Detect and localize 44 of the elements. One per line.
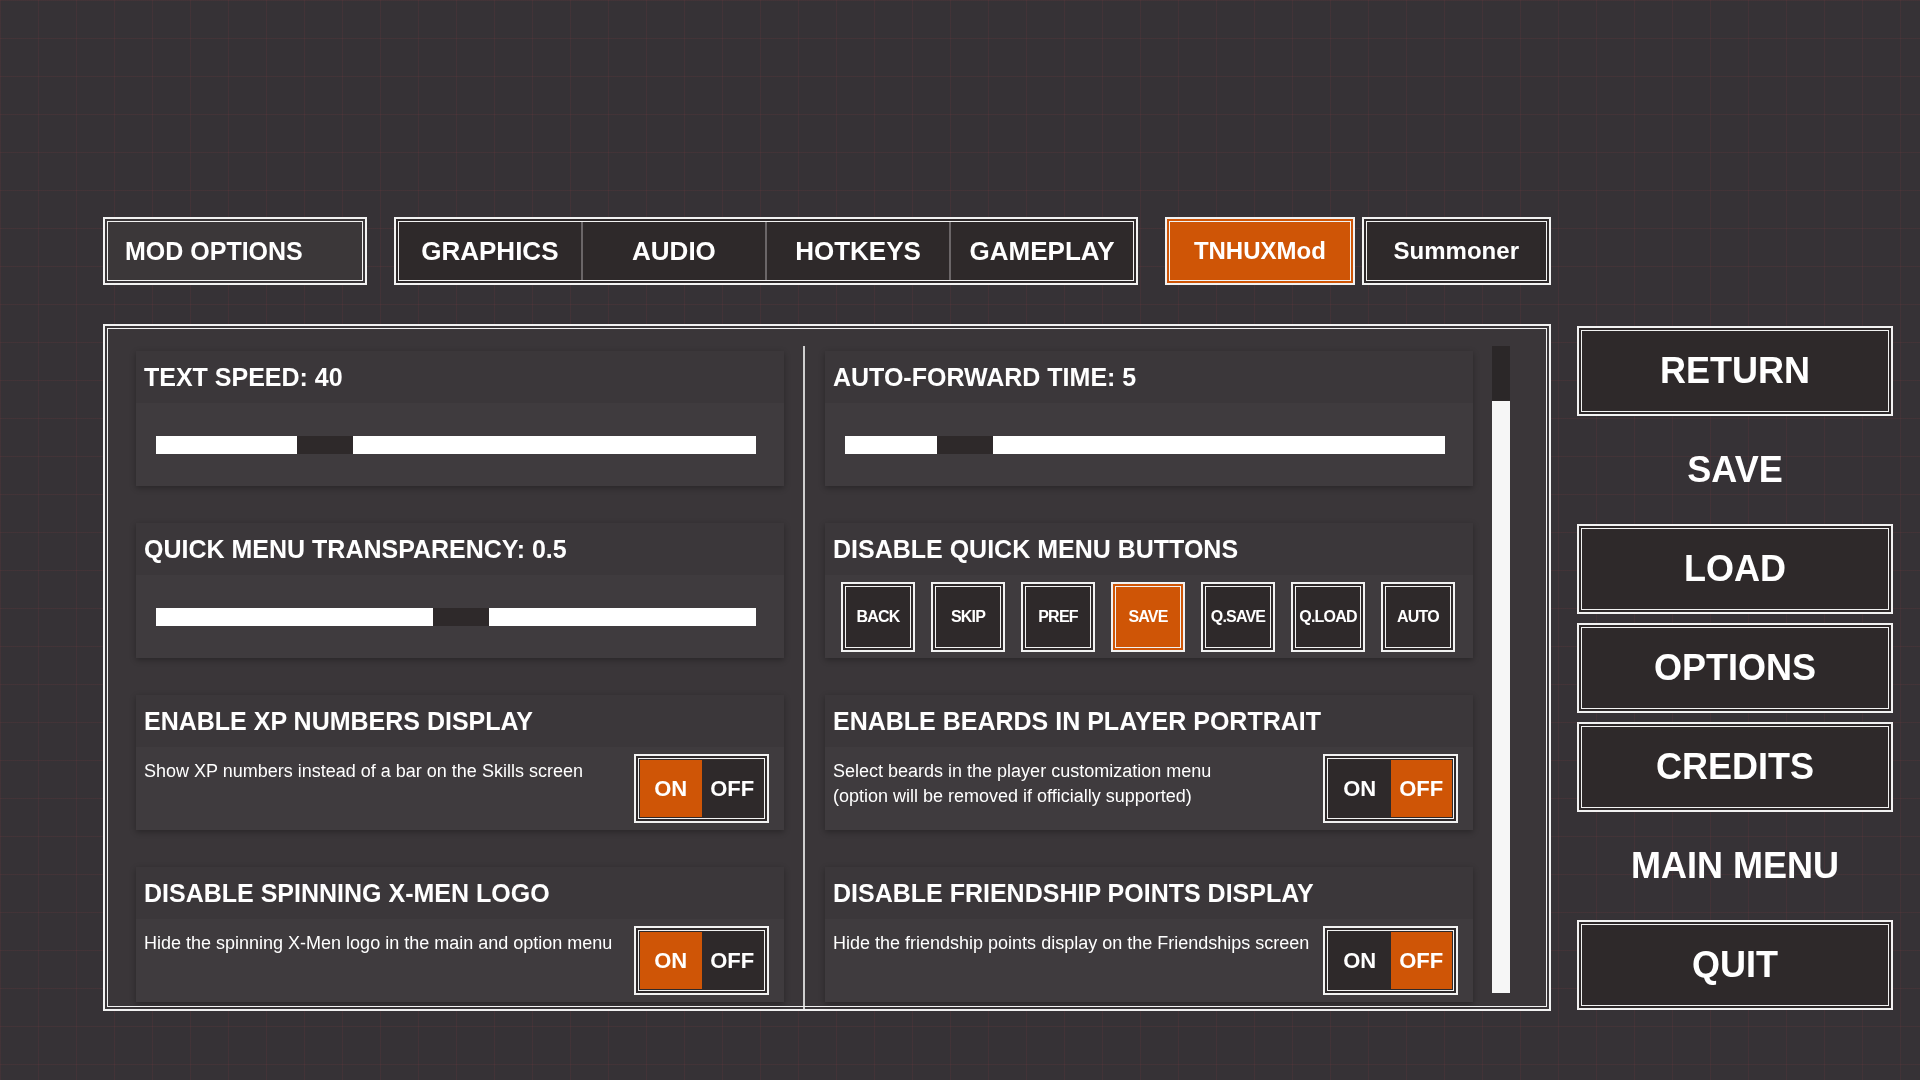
option-title: TEXT SPEED: 40 (136, 351, 784, 403)
option-title: DISABLE SPINNING X-MEN LOGO (136, 867, 784, 919)
option-description: Hide the friendship points display on the Friendships screen (833, 932, 1311, 955)
on-off-toggle[interactable]: ON OFF (634, 754, 769, 823)
option-description: Hide the spinning X-Men logo in the main and option menu (144, 932, 614, 955)
option-title: DISABLE FRIENDSHIP POINTS DISPLAY (825, 867, 1473, 919)
on-label: ON (640, 932, 702, 989)
page-title: MOD OPTIONS (103, 217, 367, 285)
option-title: ENABLE BEARDS IN PLAYER PORTRAIT (825, 695, 1473, 747)
slider-track[interactable] (156, 435, 756, 454)
mod-tab[interactable]: Summoner (1361, 217, 1551, 285)
mod-tab[interactable]: TNHUXMod (1165, 217, 1355, 285)
off-label: OFF (1390, 932, 1452, 989)
quick-menu-toggle-button[interactable]: BACK (841, 581, 915, 652)
menu-button[interactable]: MAIN MENU (1577, 821, 1893, 911)
quick-menu-toggle-button[interactable]: Q.SAVE (1201, 581, 1275, 652)
option-title: DISABLE QUICK MENU BUTTONS (825, 523, 1473, 575)
menu-button[interactable]: OPTIONS (1577, 623, 1893, 713)
scrollbar[interactable] (1492, 346, 1510, 993)
quick-menu-toggle-button[interactable]: SKIP (931, 581, 1005, 652)
slider-thumb[interactable] (433, 607, 490, 626)
slider-thumb[interactable] (297, 435, 354, 454)
quick-menu-toggle-button[interactable]: AUTO (1381, 581, 1455, 652)
option-title: AUTO-FORWARD TIME: 5 (825, 351, 1473, 403)
menu-button[interactable]: SAVE (1577, 425, 1893, 515)
slider-track[interactable] (156, 607, 756, 626)
option-description: Show XP numbers instead of a bar on the Skills screen (144, 760, 584, 783)
on-off-toggle[interactable]: ON OFF (1323, 926, 1458, 995)
quick-menu-toggle-button[interactable]: PREF (1021, 581, 1095, 652)
option-title: QUICK MENU TRANSPARENCY: 0.5 (136, 523, 784, 575)
slider-thumb[interactable] (937, 435, 994, 454)
menu-button[interactable]: RETURN (1577, 326, 1893, 416)
on-off-toggle[interactable]: ON OFF (634, 926, 769, 995)
menu-button[interactable]: LOAD (1577, 524, 1893, 614)
quick-menu-toggle-button[interactable]: Q.LOAD (1291, 581, 1365, 652)
slider-track[interactable] (845, 435, 1445, 454)
menu-button[interactable]: CREDITS (1577, 722, 1893, 812)
menu-button[interactable]: QUIT (1577, 920, 1893, 1010)
option-description: Select beards in the player customization menu (option will be removed if officially supported) (833, 760, 1213, 809)
option-title: ENABLE XP NUMBERS DISPLAY (136, 695, 784, 747)
on-label: ON (640, 760, 702, 817)
on-off-toggle[interactable]: ON OFF (1323, 754, 1458, 823)
quick-menu-toggle-button[interactable]: SAVE (1111, 581, 1185, 652)
off-label: OFF (1390, 760, 1452, 817)
